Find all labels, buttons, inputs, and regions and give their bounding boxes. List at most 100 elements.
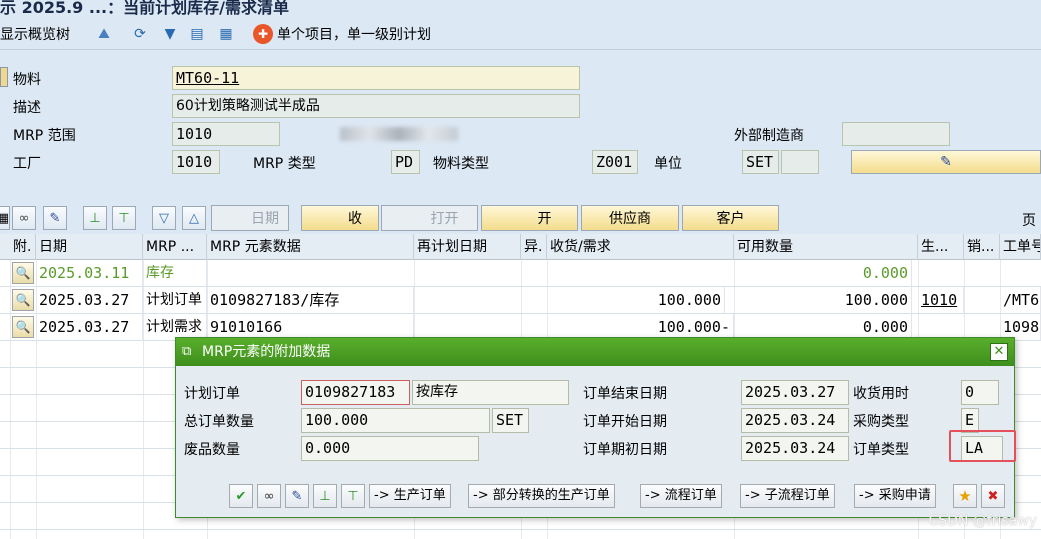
window-title: 示 2025.9 ...：当前计划库存/需求清单 [0,0,289,16]
calendar-icon[interactable]: ▦ [216,24,236,44]
plant-field: 1010 [172,150,220,174]
sort-up-icon[interactable]: △ [182,206,206,230]
row-date: 2025.03.27 [36,314,143,341]
mrp-type-field: PD [391,150,420,174]
detail-magnifier-icon[interactable]: 🔍 [12,289,34,311]
mrp-element-additional-data-dialog: ⧉ MRP元素的附加数据 ✕ 计划订单 0109827183 按库存 总订单数量… [175,337,1016,518]
planned-order-text: 按库存 [412,380,569,405]
col-mrp-element[interactable]: MRP ... [143,234,207,260]
row-date: 2025.03.27 [36,287,143,314]
material-field[interactable]: MT60-11 [172,66,580,90]
watermark: CSDN @frisawy [928,513,1037,529]
filter-icon[interactable]: ▼ [160,24,180,44]
edit-pencil-icon[interactable]: ✎ [851,150,1041,174]
col-order-number[interactable]: 工单号 [1000,234,1041,260]
col-exception[interactable]: 异. [521,234,547,260]
highlight-box [949,430,1016,462]
window-title-bar: 示 2025.9 ...：当前计划库存/需求清单 [0,0,1041,16]
close-icon[interactable]: ✕ [990,343,1008,361]
glasses-icon[interactable]: ∞ [12,206,36,230]
detail-magnifier-icon[interactable]: 🔍 [12,316,34,338]
col-attachment[interactable]: 附. [10,234,36,260]
planned-order-label: 计划订单 [184,386,240,402]
planning-mode-button[interactable]: 单个项目，单一级别计划 [277,24,431,44]
material-type-label: 物料类型 [433,156,489,172]
grid-toolbar: ▦ ∞ ✎ ⊥ ⊤ ▽ △ 日期 收 打开 开 供应商 客户 页 [0,203,1041,233]
hierarchy-down-icon[interactable]: ⊤ [341,484,365,508]
vendor-button[interactable]: 供应商 [581,205,679,231]
table-row[interactable]: 🔍 2025.03.11 库存 0.000 [0,260,1041,287]
dialog-title-bar: ⧉ MRP元素的附加数据 [176,338,1014,366]
table-row[interactable]: 🔍 2025.03.27 计划订单 0109827183/库存 100.000 … [0,287,1041,314]
refresh-icon[interactable]: ⟳ [130,24,150,44]
planned-order-field[interactable]: 0109827183 [301,380,410,405]
sort-down-icon[interactable]: ▽ [152,206,176,230]
mountain-chart-icon[interactable]: ⛰ [94,24,114,44]
procurement-type-label: 采购类型 [853,414,909,430]
receive-button[interactable]: 收 [301,205,379,231]
application-toolbar: 显示概览树 ⛰ ⟳ ▼ ▤ ▦ ✚ 单个项目，单一级别计划 [0,16,1041,50]
to-purchase-requisition-button[interactable]: -> 采购申请 [854,484,936,508]
plant-label: 工厂 [13,156,41,172]
scrap-qty-field: 0.000 [301,436,479,461]
open-button-disabled[interactable]: 打开 [381,205,478,231]
row-element: 库存 [143,260,207,287]
open-button[interactable]: 开 [481,205,578,231]
to-partial-converted-production-order-button[interactable]: -> 部分转换的生产订单 [468,484,615,508]
total-qty-field: 100.000 [301,408,490,433]
material-type-field: Z001 [592,150,638,174]
to-process-order-button[interactable]: -> 流程订单 [640,484,722,508]
pencil-icon[interactable]: ✎ [43,206,67,230]
page-label: 页 [1022,213,1036,229]
order-end-date-label: 订单结束日期 [583,386,667,402]
total-qty-unit: SET [492,408,529,433]
hierarchy-down-icon[interactable]: ⊤ [112,206,136,230]
col-date[interactable]: 日期 [36,234,143,260]
col-available-qty[interactable]: 可用数量 [734,234,918,260]
col-receipt-requirement[interactable]: 收货/需求 [547,234,734,260]
row-quantity: 100.000 [547,287,725,314]
order-start-date-field: 2025.03.24 [741,408,849,433]
dialog-window-icon: ⧉ [182,344,192,359]
hierarchy-up-icon[interactable]: ⊥ [83,206,107,230]
row-element-data: 0109827183/库存 [207,287,414,314]
favorite-star-icon[interactable]: ★ [953,484,977,508]
pencil-icon[interactable]: ✎ [285,484,309,508]
row-production[interactable]: 1010 [918,287,964,314]
show-overview-tree-button[interactable]: 显示概览树 [0,24,70,44]
material-header: 物料 MT60-11 描述 60计划策略测试半成品 MRP 范围 1010 外部… [0,51,1041,181]
order-opening-date-label: 订单期初日期 [583,442,667,458]
expand-icon[interactable] [0,67,8,87]
col-reschedule-date[interactable]: 再计划日期 [414,234,521,260]
lifebuoy-icon[interactable]: ✚ [253,24,273,44]
material-label: 物料 [13,72,41,88]
total-qty-label: 总订单数量 [184,414,254,430]
detail-magnifier-icon[interactable]: 🔍 [12,262,34,284]
row-available: 100.000 [734,287,912,314]
glasses-icon[interactable]: ∞ [257,484,281,508]
col-mrp-element-data[interactable]: MRP 元素数据 [207,234,414,260]
mrp-type-label: MRP 类型 [253,156,316,172]
description-label: 描述 [13,100,41,116]
select-all-icon[interactable]: ▦ [0,206,10,230]
hierarchy-up-icon[interactable]: ⊥ [313,484,337,508]
external-vendor-field [842,122,950,146]
col-sales[interactable]: 销... [964,234,1000,260]
row-available: 0.000 [734,260,912,287]
to-sub-process-order-button[interactable]: -> 子流程订单 [740,484,835,508]
order-type-label: 订单类型 [853,442,909,458]
gr-processing-time-label: 收货用时 [853,386,909,402]
col-production[interactable]: 生... [918,234,964,260]
date-button[interactable]: 日期 [211,205,289,231]
mrp-area-label: MRP 范围 [13,128,76,144]
confirm-check-icon[interactable]: ✔ [229,484,253,508]
to-production-order-button[interactable]: -> 生产订单 [369,484,451,508]
unit-label: 单位 [654,156,682,172]
customer-button[interactable]: 客户 [682,205,779,231]
cancel-x-icon[interactable]: ✖ [981,484,1005,508]
description-field: 60计划策略测试半成品 [172,94,580,118]
gr-processing-time-field: 0 [961,380,999,405]
unit-extra-field [781,150,819,174]
document-settings-icon[interactable]: ▤ [187,24,207,44]
order-opening-date-field: 2025.03.24 [741,436,849,461]
